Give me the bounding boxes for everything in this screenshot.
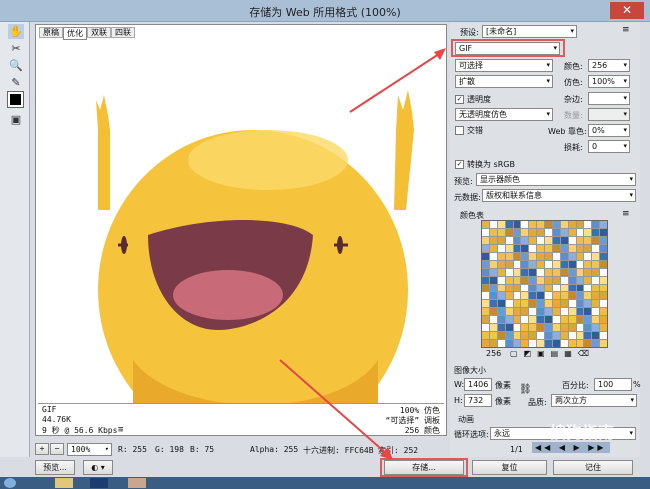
annotation-arrows (279, 48, 446, 460)
arrow-to-format (349, 51, 443, 113)
start-button-icon[interactable] (4, 478, 16, 488)
photoshop-icon[interactable] (90, 478, 108, 488)
arrow-to-save (279, 359, 389, 456)
taskbar (0, 477, 650, 489)
explorer-icon[interactable] (55, 478, 73, 488)
app-icon[interactable] (128, 478, 146, 488)
arrowhead-format (434, 48, 446, 60)
